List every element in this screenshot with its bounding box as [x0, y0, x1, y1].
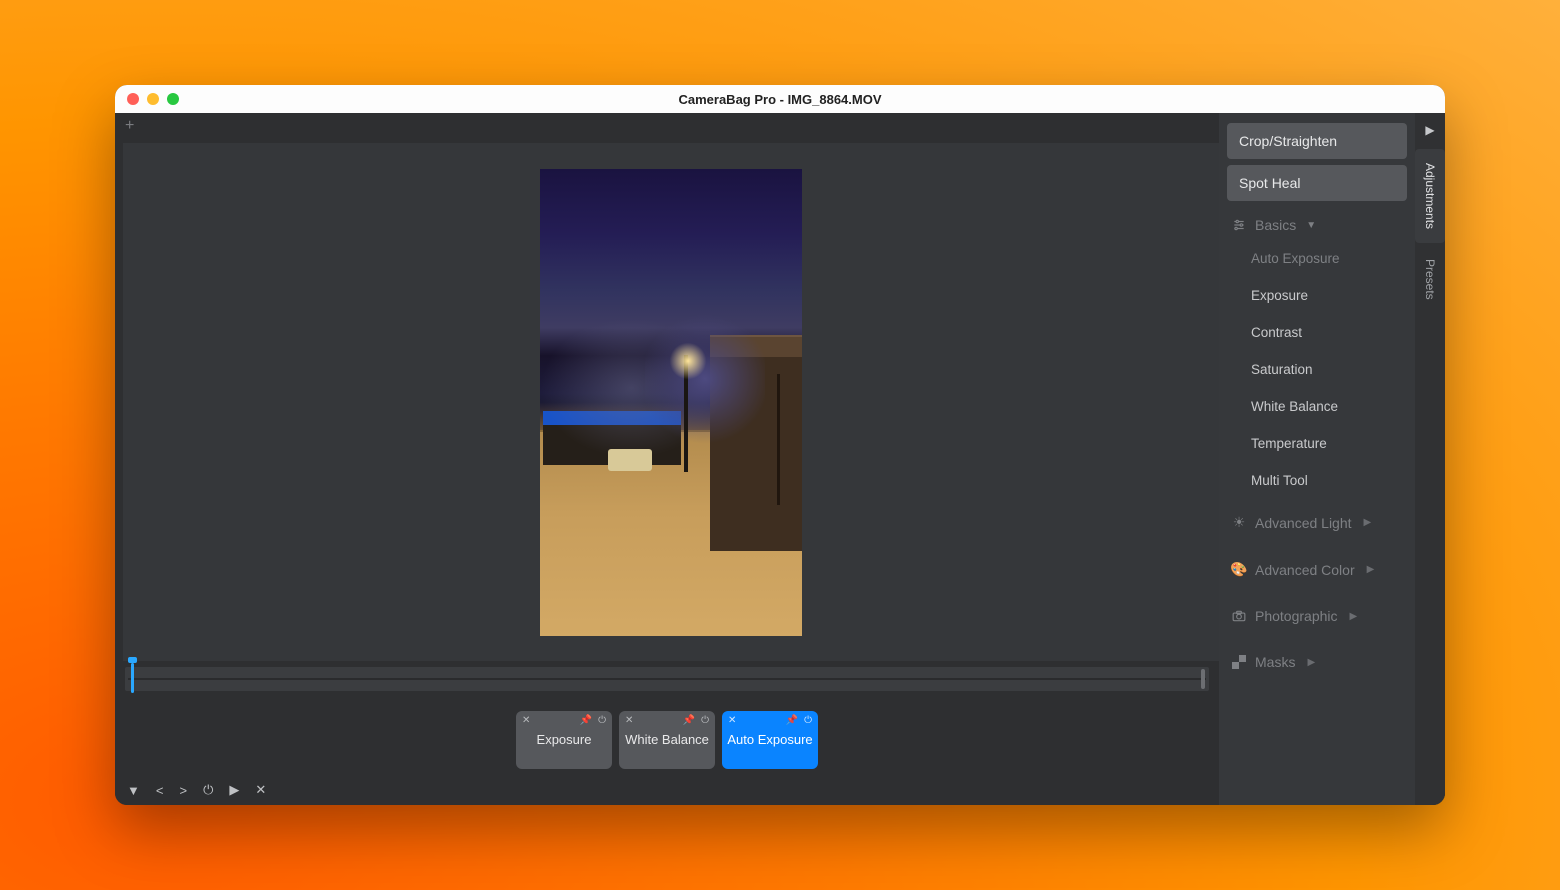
camera-icon — [1231, 610, 1247, 622]
basics-item-temperature[interactable]: Temperature — [1227, 428, 1407, 459]
pin-icon[interactable]: 📌 — [580, 715, 592, 727]
close-icon[interactable]: ✕ — [728, 715, 736, 727]
power-icon[interactable]: ⏻ — [598, 715, 606, 727]
spot-heal-button[interactable]: Spot Heal — [1227, 165, 1407, 201]
chip-label: Auto Exposure — [727, 733, 812, 748]
power-icon[interactable]: ⏻ — [804, 715, 812, 727]
section-label: Advanced Color — [1255, 562, 1355, 578]
chip-label: White Balance — [625, 733, 709, 748]
timeline-end-handle[interactable] — [1201, 669, 1205, 689]
pin-icon[interactable]: 📌 — [683, 715, 695, 727]
app-window: CameraBag Pro - IMG_8864.MOV + — [115, 85, 1445, 805]
next-frame-icon[interactable]: > — [179, 783, 187, 798]
basics-item-contrast[interactable]: Contrast — [1227, 317, 1407, 348]
tab-adjustments[interactable]: Adjustments — [1415, 149, 1445, 243]
timeline-playhead[interactable] — [131, 663, 134, 693]
chevron-right-icon: ▶ — [1364, 517, 1372, 528]
tab-presets[interactable]: Presets — [1415, 245, 1445, 314]
clear-icon[interactable]: ✕ — [255, 782, 266, 798]
pin-icon[interactable]: 📌 — [786, 715, 798, 727]
close-icon[interactable]: ✕ — [625, 715, 633, 727]
basics-item-multi-tool[interactable]: Multi Tool — [1227, 465, 1407, 496]
chip-label: Exposure — [537, 733, 592, 748]
titlebar: CameraBag Pro - IMG_8864.MOV — [115, 85, 1445, 113]
power-icon[interactable]: ⏻ — [203, 782, 213, 798]
checker-icon — [1231, 655, 1247, 669]
palette-icon: 🎨 — [1231, 561, 1247, 578]
bottom-transport: ▼ < > ⏻ ▶ ✕ — [115, 775, 1219, 805]
section-label: Photographic — [1255, 608, 1338, 624]
menu-toggle-icon[interactable]: ▼ — [127, 783, 140, 798]
basics-item-white-balance[interactable]: White Balance — [1227, 391, 1407, 422]
chevron-right-icon: ▶ — [1350, 611, 1358, 622]
zoom-window-button[interactable] — [167, 93, 179, 105]
play-icon[interactable]: ▶ — [229, 782, 239, 798]
window-title: CameraBag Pro - IMG_8864.MOV — [115, 92, 1445, 107]
section-label: Masks — [1255, 654, 1295, 670]
preview-canvas[interactable] — [123, 143, 1219, 661]
window-controls — [127, 93, 179, 105]
basics-section-header[interactable]: Basics ▼ — [1227, 207, 1407, 237]
minimize-window-button[interactable] — [147, 93, 159, 105]
adjustment-stack: ✕ 📌 ⏻ Exposure ✕ 📌 ⏻ White Balance ✕ 📌 ⏻… — [115, 701, 1219, 775]
adjustment-chip-white-balance[interactable]: ✕ 📌 ⏻ White Balance — [619, 711, 715, 769]
advanced-light-section[interactable]: ☀ Advanced Light ▶ — [1227, 502, 1407, 543]
sun-icon: ☀ — [1231, 514, 1247, 531]
section-label: Basics — [1255, 217, 1296, 233]
sliders-icon — [1231, 218, 1247, 232]
document-tabstrip: + — [115, 113, 1219, 139]
video-frame — [540, 169, 802, 636]
chevron-down-icon: ▼ — [1306, 220, 1316, 231]
close-window-button[interactable] — [127, 93, 139, 105]
timeline-scrubber[interactable] — [125, 667, 1209, 691]
basics-item-exposure[interactable]: Exposure — [1227, 280, 1407, 311]
close-icon[interactable]: ✕ — [522, 715, 530, 727]
side-tab-strip: ▶ Adjustments Presets — [1415, 113, 1445, 805]
basics-item-auto-exposure[interactable]: Auto Exposure — [1227, 243, 1407, 274]
add-tab-button[interactable]: + — [125, 118, 134, 134]
chevron-right-icon: ▶ — [1367, 564, 1375, 575]
collapse-panel-icon[interactable]: ▶ — [1415, 113, 1445, 147]
advanced-color-section[interactable]: 🎨 Advanced Color ▶ — [1227, 549, 1407, 590]
chevron-right-icon: ▶ — [1307, 657, 1315, 668]
power-icon[interactable]: ⏻ — [701, 715, 709, 727]
adjustment-chip-auto-exposure[interactable]: ✕ 📌 ⏻ Auto Exposure — [722, 711, 818, 769]
photographic-section[interactable]: Photographic ▶ — [1227, 596, 1407, 636]
masks-section[interactable]: Masks ▶ — [1227, 642, 1407, 682]
adjustment-chip-exposure[interactable]: ✕ 📌 ⏻ Exposure — [516, 711, 612, 769]
adjustments-panel: Crop/Straighten Spot Heal Basics ▼ Auto … — [1219, 113, 1415, 805]
prev-frame-icon[interactable]: < — [156, 783, 164, 798]
section-label: Advanced Light — [1255, 515, 1352, 531]
basics-item-saturation[interactable]: Saturation — [1227, 354, 1407, 385]
crop-straighten-button[interactable]: Crop/Straighten — [1227, 123, 1407, 159]
